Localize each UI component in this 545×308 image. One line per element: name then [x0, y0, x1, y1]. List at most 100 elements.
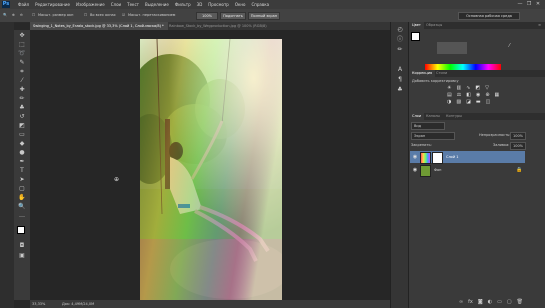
color-lookup-icon[interactable]: ▦: [495, 92, 500, 98]
tab-paths[interactable]: Контуры: [443, 113, 465, 120]
link-layers-icon[interactable]: ∞: [459, 299, 463, 305]
visibility-eye-icon[interactable]: ◉: [412, 167, 418, 173]
clone-source-panel-icon[interactable]: ♣: [396, 86, 404, 94]
lasso-tool-icon[interactable]: ➰: [18, 50, 26, 58]
tab-swinging-document[interactable]: Swinging_1_Notes_by_Erzalo_stock.jpg @ 3…: [30, 22, 168, 30]
screen-mode-icon[interactable]: ▣: [18, 252, 26, 260]
menu-item-3[interactable]: Слои: [111, 2, 121, 7]
layer-row-2[interactable]: ◉ Фон 🔒: [410, 164, 525, 177]
zoom-100-button[interactable]: 100%: [196, 12, 218, 20]
eraser-tool-icon[interactable]: ◩: [18, 122, 26, 130]
menu-item-2[interactable]: Изображение: [76, 2, 105, 7]
black-white-icon[interactable]: ◧: [466, 92, 471, 98]
channel-mixer-icon[interactable]: ⊕: [485, 92, 489, 98]
dodge-tool-icon[interactable]: ●: [18, 149, 26, 157]
fit-screen-button[interactable]: Подогнать: [220, 12, 246, 20]
shape-tool-icon[interactable]: ▢: [18, 185, 26, 193]
menu-item-1[interactable]: Редактирование: [35, 2, 70, 7]
type-tool-icon[interactable]: T: [18, 167, 26, 175]
brightness-contrast-icon[interactable]: ☀: [447, 85, 451, 91]
menu-item-7[interactable]: 3D: [197, 2, 203, 7]
tab-rainbow-document[interactable]: Rainbow_Stock_by_Wegproduction.jpg @ 100…: [166, 22, 292, 30]
menu-item-0[interactable]: Файл: [18, 2, 29, 7]
menu-item-4[interactable]: Текст: [127, 2, 139, 7]
zoom-tool-icon[interactable]: 🔍: [18, 203, 26, 211]
properties-panel-icon[interactable]: ⓘ: [396, 36, 404, 44]
layer-row-1[interactable]: ◉ Слой 1: [410, 151, 525, 164]
scrubby-zoom-checkbox[interactable]: ☑: [122, 12, 125, 19]
foreground-color-swatch[interactable]: [17, 226, 25, 234]
zoom-out-icon[interactable]: ⊖: [20, 12, 23, 19]
brush-panel-icon[interactable]: ✏: [396, 46, 404, 54]
color-balance-icon[interactable]: ⚖: [457, 92, 461, 98]
paragraph-panel-icon[interactable]: ¶: [396, 76, 404, 84]
minimize-icon[interactable]: —: [517, 1, 523, 7]
blur-tool-icon[interactable]: ◆: [18, 140, 26, 148]
add-mask-icon[interactable]: ◙: [478, 299, 483, 305]
crop-tool-icon[interactable]: ⌗: [18, 68, 26, 76]
threshold-icon[interactable]: ◪: [466, 99, 471, 105]
clone-stamp-tool-icon[interactable]: ♣: [18, 104, 26, 112]
eye-dropper-icon[interactable]: ⁄: [509, 43, 510, 49]
eyedropper-tool-icon[interactable]: ⁄: [18, 77, 26, 85]
all-windows-checkbox[interactable]: ☐: [84, 12, 87, 19]
zoom-in-icon[interactable]: ⊕: [12, 12, 15, 19]
fill-screen-button[interactable]: Полный экран: [248, 12, 280, 20]
photo-filter-icon[interactable]: ◉: [476, 92, 480, 98]
new-group-icon[interactable]: ▭: [497, 299, 502, 305]
quick-select-tool-icon[interactable]: ✎: [18, 59, 26, 67]
history-brush-tool-icon[interactable]: ↺: [18, 113, 26, 121]
layer-name[interactable]: Слой 1: [446, 154, 458, 160]
vibrance-icon[interactable]: ▽: [485, 85, 489, 91]
document-image[interactable]: [140, 39, 282, 300]
resize-windows-checkbox[interactable]: ☐: [32, 12, 35, 19]
layer-filter-select[interactable]: Вид: [411, 122, 445, 130]
zoom-level[interactable]: 33,33%: [32, 301, 45, 307]
selective-color-icon[interactable]: ◫: [486, 99, 491, 105]
restore-icon[interactable]: ❐: [526, 1, 532, 7]
healing-brush-tool-icon[interactable]: ✚: [18, 86, 26, 94]
posterize-icon[interactable]: ▨: [456, 99, 461, 105]
quick-mask-icon[interactable]: ◘: [18, 242, 26, 250]
delete-layer-icon[interactable]: 🗑: [517, 299, 523, 305]
color-foreground-swatch[interactable]: [411, 32, 420, 41]
tab-adjustments[interactable]: Коррекция: [409, 70, 436, 77]
fill-input[interactable]: 100%: [510, 142, 526, 150]
marquee-tool-icon[interactable]: ⬚: [18, 41, 26, 49]
panel-menu-icon[interactable]: ≡: [535, 22, 544, 29]
gradient-map-icon[interactable]: ▬: [476, 99, 481, 105]
exposure-icon[interactable]: ◩: [475, 85, 480, 91]
visibility-eye-icon[interactable]: ◉: [412, 154, 418, 160]
pen-tool-icon[interactable]: ✒: [18, 158, 26, 166]
layer-name[interactable]: Фон: [434, 167, 441, 173]
tab-styles[interactable]: Стили: [433, 70, 450, 77]
move-tool-icon[interactable]: ✥: [18, 32, 26, 40]
levels-icon[interactable]: ▥: [456, 85, 461, 91]
menu-item-5[interactable]: Выделение: [145, 2, 169, 7]
workspace-select[interactable]: Основная рабочая среда: [458, 12, 520, 20]
adjustment-layer-icon[interactable]: ◐: [488, 299, 492, 305]
opacity-input[interactable]: 100%: [510, 132, 526, 140]
tab-color[interactable]: Цвет: [409, 22, 424, 29]
menu-item-10[interactable]: Справка: [251, 2, 269, 7]
menu-item-6[interactable]: Фильтр: [175, 2, 191, 7]
color-sliders-area[interactable]: [437, 42, 467, 54]
close-icon[interactable]: ✕: [535, 1, 541, 7]
curves-icon[interactable]: ∿: [466, 85, 470, 91]
path-select-tool-icon[interactable]: ➤: [18, 176, 26, 184]
tab-layers[interactable]: Слои: [409, 113, 425, 120]
brush-tool-icon[interactable]: ✏: [18, 95, 26, 103]
tab-swatches[interactable]: Образцы: [423, 22, 445, 29]
hue-saturation-icon[interactable]: ▤: [447, 92, 452, 98]
more-tools-icon[interactable]: …: [18, 212, 26, 220]
menu-item-8[interactable]: Просмотр: [208, 2, 229, 7]
new-layer-icon[interactable]: ▢: [507, 299, 512, 305]
layer-style-icon[interactable]: fx: [468, 299, 473, 305]
menu-item-9[interactable]: Окно: [235, 2, 246, 7]
hand-tool-icon[interactable]: ✋: [18, 194, 26, 202]
layer-mask-thumbnail[interactable]: [432, 152, 443, 164]
character-panel-icon[interactable]: A: [396, 66, 404, 74]
tab-channels[interactable]: Каналы: [423, 113, 443, 120]
gradient-tool-icon[interactable]: ▭: [18, 131, 26, 139]
history-panel-icon[interactable]: ◴: [396, 26, 404, 34]
